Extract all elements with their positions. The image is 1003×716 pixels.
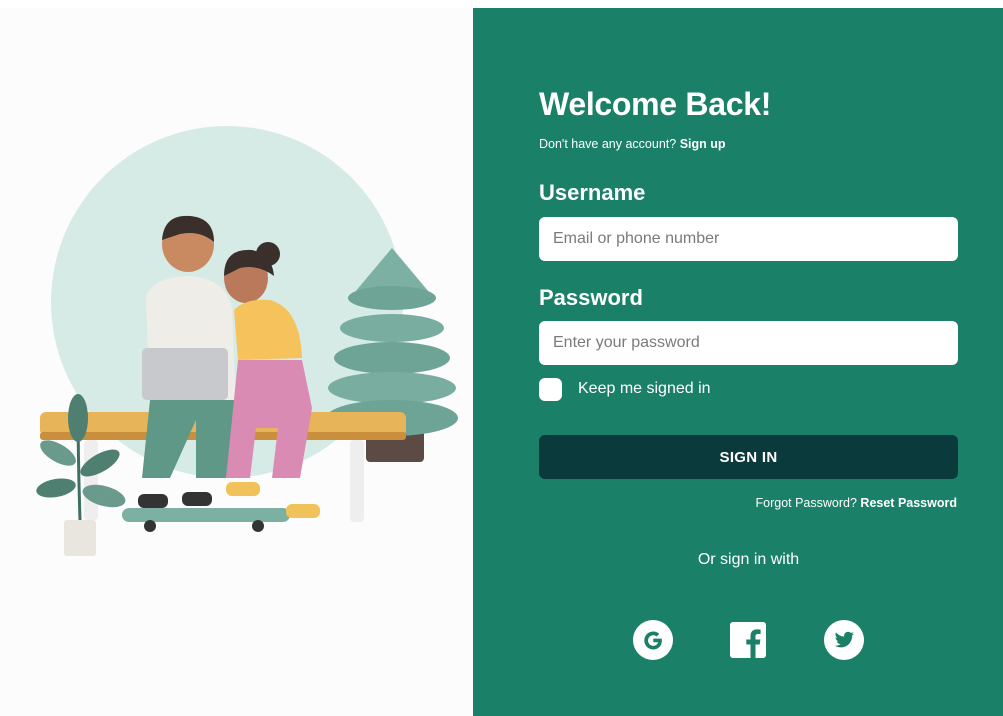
password-input[interactable] [539,321,958,365]
username-label: Username [539,180,646,205]
illustration-panel [0,8,473,716]
password-label: Password [539,285,643,310]
reset-password-link[interactable]: Reset Password [860,496,957,510]
username-input[interactable] [539,217,958,261]
social-sign-in-prompt: Or sign in with [697,551,800,568]
login-panel: Welcome Back! Don't have any account? Si… [473,8,1003,716]
facebook-icon [730,622,766,658]
forgot-password-line: Forgot Password? Reset Password [756,496,958,510]
page-title: Welcome Back! [539,86,772,122]
signup-link[interactable]: Sign up [680,137,726,151]
couple-on-bench-illustration [36,126,458,556]
google-icon [633,620,673,660]
signup-prompt-text: Don't have any account? [539,137,677,151]
remember-me-label: Keep me signed in [578,380,711,397]
sign-in-button[interactable]: SIGN IN [539,435,958,479]
remember-me-checkbox[interactable] [539,377,562,401]
google-sign-in-button[interactable] [633,620,673,660]
forgot-password-text: Forgot Password? [755,496,857,510]
twitter-sign-in-button[interactable] [824,620,864,660]
twitter-icon [824,620,864,660]
facebook-sign-in-button[interactable] [728,620,768,660]
remember-me-row: Keep me signed in [539,377,711,401]
signup-prompt: Don't have any account? Sign up [539,137,726,151]
